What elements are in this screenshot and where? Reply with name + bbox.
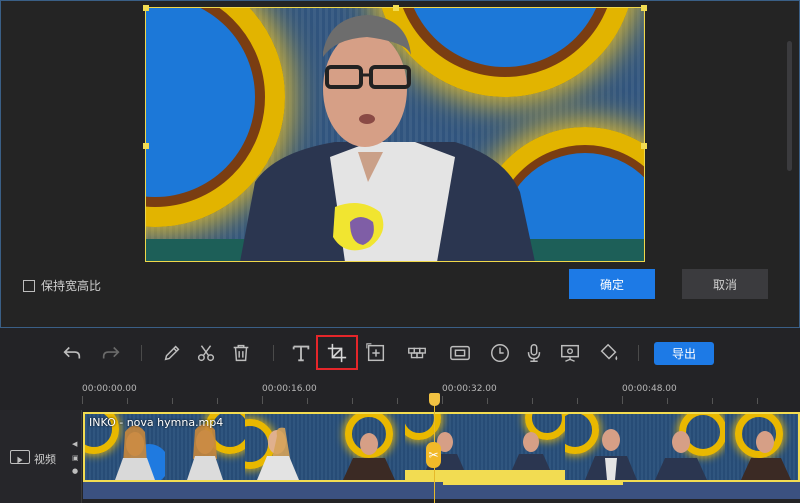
microphone-icon[interactable] (520, 339, 548, 367)
timeline-ruler[interactable]: 00:00:00.00 00:00:16.00 00:00:32.00 00:0… (82, 378, 800, 406)
crop-dialog: 保持宽高比 确定 取消 (0, 0, 800, 328)
confirm-button[interactable]: 确定 (569, 269, 655, 299)
crop-handle-top-right[interactable] (641, 5, 647, 11)
crop-handle-top-left[interactable] (143, 5, 149, 11)
mosaic-icon[interactable] (403, 339, 431, 367)
play-track-icon (10, 450, 30, 464)
trash-icon[interactable] (227, 339, 255, 367)
scissors-icon[interactable] (192, 339, 220, 367)
redo-icon[interactable] (97, 339, 125, 367)
clip-title: INKO - nova hymna.mp4 (89, 416, 224, 429)
text-icon[interactable] (287, 339, 315, 367)
frame-icon[interactable] (446, 339, 474, 367)
zoom-frame-icon[interactable] (362, 339, 390, 367)
tick-label: 00:00:48.00 (622, 384, 677, 394)
checkbox-icon[interactable] (23, 279, 35, 292)
scrollbar[interactable] (787, 41, 792, 171)
crop-handle-right[interactable] (641, 143, 647, 149)
tick-label: 00:00:16.00 (262, 384, 317, 394)
video-clip[interactable]: INKO - nova hymna.mp4 (83, 412, 800, 482)
crop-handle-left[interactable] (143, 143, 149, 149)
eye-icon[interactable]: ● (72, 467, 78, 475)
tick-label: 00:00:32.00 (442, 384, 497, 394)
lock-icon[interactable]: ▣ (72, 454, 79, 462)
pencil-icon[interactable] (158, 339, 186, 367)
keep-ratio-checkbox[interactable]: 保持宽高比 (23, 277, 101, 294)
track-label: 视频 (34, 453, 56, 466)
video-track-header: ◀ ▣ ● 视频 (0, 410, 82, 503)
crop-handle-top[interactable] (393, 5, 399, 11)
playhead-handle[interactable] (429, 393, 440, 406)
screen-record-icon[interactable] (556, 339, 584, 367)
crop-tool-highlight (316, 335, 358, 370)
split-scissors-icon[interactable]: ✂ (426, 442, 441, 468)
cancel-button[interactable]: 取消 (682, 269, 768, 299)
tick-label: 00:00:00.00 (82, 384, 137, 394)
undo-icon[interactable] (58, 339, 86, 367)
paint-bucket-icon[interactable] (595, 339, 623, 367)
export-button[interactable]: 导出 (654, 342, 714, 365)
speaker-icon[interactable]: ◀ (72, 440, 77, 448)
keep-ratio-label: 保持宽高比 (41, 279, 102, 293)
clock-icon[interactable] (486, 339, 514, 367)
audio-waveform-bar[interactable] (83, 482, 800, 499)
crop-frame[interactable] (143, 5, 647, 262)
